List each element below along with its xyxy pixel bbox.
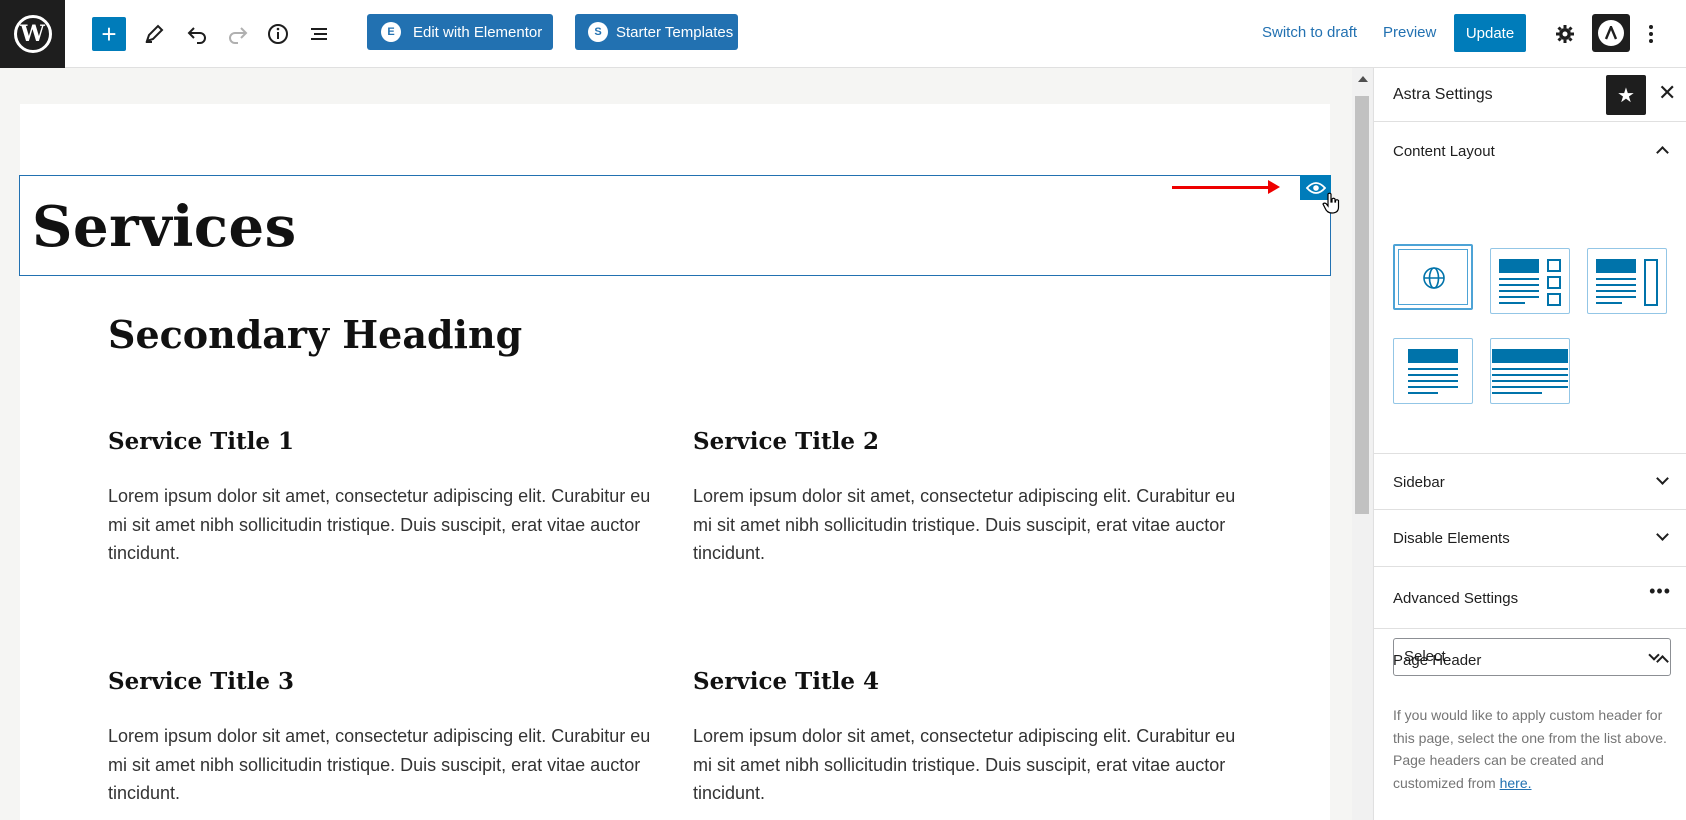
service-text-4[interactable]: Lorem ipsum dolor sit amet, consectetur …: [693, 722, 1253, 808]
starter-templates-button[interactable]: S Starter Templates: [575, 14, 738, 50]
sidebar-header: Astra Settings ★ ✕: [1374, 68, 1686, 122]
astra-icon: [1598, 20, 1624, 46]
service-title-2[interactable]: Service Title 2: [693, 428, 879, 455]
sidebar-title: Astra Settings: [1393, 86, 1493, 103]
elementor-icon: E: [381, 22, 401, 42]
page-header-help-text: If you would like to apply custom header…: [1393, 704, 1673, 794]
help-link[interactable]: here.: [1500, 775, 1532, 791]
advanced-settings-label: Advanced Settings: [1393, 590, 1519, 607]
astra-settings-button[interactable]: [1592, 14, 1630, 52]
canvas-scrollbar[interactable]: [1352, 68, 1372, 820]
annotation-arrow: [1172, 180, 1280, 194]
layout-option-content-boxed[interactable]: [1587, 248, 1667, 314]
star-icon: ★: [1617, 84, 1635, 107]
page-header-select-value: Select: [1404, 648, 1446, 665]
page-header-select[interactable]: Select: [1393, 638, 1671, 676]
hand-cursor-icon: [1322, 192, 1340, 219]
update-button[interactable]: Update: [1454, 14, 1526, 52]
layout-option-default[interactable]: [1393, 244, 1473, 310]
more-horizontal-icon[interactable]: •••: [1649, 581, 1671, 602]
sidebar-section[interactable]: Sidebar: [1374, 454, 1686, 510]
scroll-up-arrow-icon[interactable]: [1358, 76, 1368, 82]
globe-icon: [1423, 267, 1445, 289]
wordpress-logo-icon: W: [13, 15, 52, 53]
advanced-settings-section[interactable]: Advanced Settings •••: [1374, 567, 1686, 629]
layout-option-full-width-contained[interactable]: [1393, 338, 1473, 404]
sidebar-section-label: Sidebar: [1393, 474, 1445, 491]
redo-icon[interactable]: [221, 17, 255, 51]
preview-button[interactable]: Preview: [1383, 24, 1436, 41]
starter-templates-label: Starter Templates: [616, 23, 734, 41]
starter-templates-icon: S: [588, 22, 608, 42]
service-text-1[interactable]: Lorem ipsum dolor sit amet, consectetur …: [108, 482, 668, 568]
star-pin-button[interactable]: ★: [1606, 75, 1646, 115]
list-view-icon[interactable]: [302, 17, 336, 51]
disable-elements-section[interactable]: Disable Elements: [1374, 510, 1686, 567]
service-text-3[interactable]: Lorem ipsum dolor sit amet, consectetur …: [108, 722, 668, 808]
chevron-down-icon[interactable]: [1656, 472, 1669, 485]
editor-toolbar: W + E Edit with Elementor S Starter Temp…: [0, 0, 1686, 68]
chevron-down-icon[interactable]: [1656, 528, 1669, 541]
chevron-down-icon: [1648, 649, 1660, 661]
service-title-1[interactable]: Service Title 1: [108, 428, 294, 455]
service-title-4[interactable]: Service Title 4: [693, 668, 879, 695]
close-icon[interactable]: ✕: [1658, 80, 1676, 106]
disable-elements-label: Disable Elements: [1393, 530, 1510, 547]
astra-settings-sidebar: Astra Settings ★ ✕ Content Layout Sideba…: [1373, 68, 1686, 820]
add-block-button[interactable]: +: [92, 17, 126, 51]
info-icon[interactable]: [261, 17, 295, 51]
chevron-up-icon[interactable]: [1656, 146, 1669, 159]
edit-with-elementor-button[interactable]: E Edit with Elementor: [367, 14, 553, 50]
layout-option-full-width-stretched[interactable]: [1490, 338, 1570, 404]
service-title-3[interactable]: Service Title 3: [108, 668, 294, 695]
pencil-icon[interactable]: [137, 17, 171, 51]
page-title[interactable]: Services: [32, 194, 297, 260]
edit-with-elementor-label: Edit with Elementor: [413, 23, 543, 41]
page-title-block[interactable]: Services: [19, 175, 1331, 276]
scrollbar-thumb[interactable]: [1355, 96, 1369, 514]
switch-to-draft-button[interactable]: Switch to draft: [1262, 24, 1357, 41]
more-vertical-icon[interactable]: [1634, 17, 1668, 51]
secondary-heading[interactable]: Secondary Heading: [108, 312, 522, 357]
undo-icon[interactable]: [180, 17, 214, 51]
content-layout-label[interactable]: Content Layout: [1393, 143, 1495, 160]
content-layout-section: Content Layout: [1374, 122, 1686, 454]
settings-gear-icon[interactable]: [1548, 17, 1582, 51]
service-text-2[interactable]: Lorem ipsum dolor sit amet, consectetur …: [693, 482, 1253, 568]
layout-option-boxed[interactable]: [1490, 248, 1570, 314]
wordpress-logo[interactable]: W: [0, 0, 65, 68]
